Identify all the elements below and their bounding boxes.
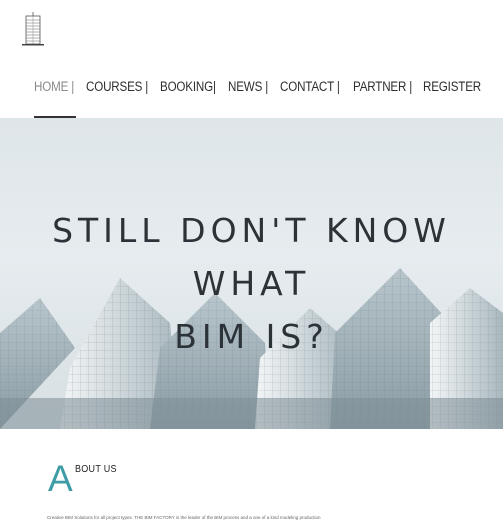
nav-booking[interactable]: BOOKING| [160,79,218,94]
hero-line-1: STILL DON'T KNOW WHAT [52,211,451,303]
about-paragraph: Creative BIM Solutions for all project t… [47,515,321,520]
nav-contact[interactable]: CONTACT | [280,79,343,94]
hero-headline: STILL DON'T KNOW WHAT BIM IS? [0,204,503,363]
hero-line-2: BIM IS? [174,317,329,356]
nav-news[interactable]: NEWS | [228,79,273,94]
nav-partner[interactable]: PARTNER | [353,79,413,94]
nav-home[interactable]: HOME | [34,79,79,94]
logo-building-icon[interactable] [20,12,46,46]
nav-courses[interactable]: COURSES | [86,79,150,94]
nav-register[interactable]: REGISTER [423,79,481,94]
site-header: HOME | COURSES | BOOKING| NEWS | CONTACT… [0,0,503,118]
about-section: A BOUT US Creative BIM Solutions for all… [0,429,503,520]
hero-banner: STILL DON'T KNOW WHAT BIM IS? [0,118,503,429]
about-heading: BOUT US [75,464,117,475]
main-nav: HOME | COURSES | BOOKING| NEWS | CONTACT… [34,76,481,96]
about-initial: A [48,458,73,499]
